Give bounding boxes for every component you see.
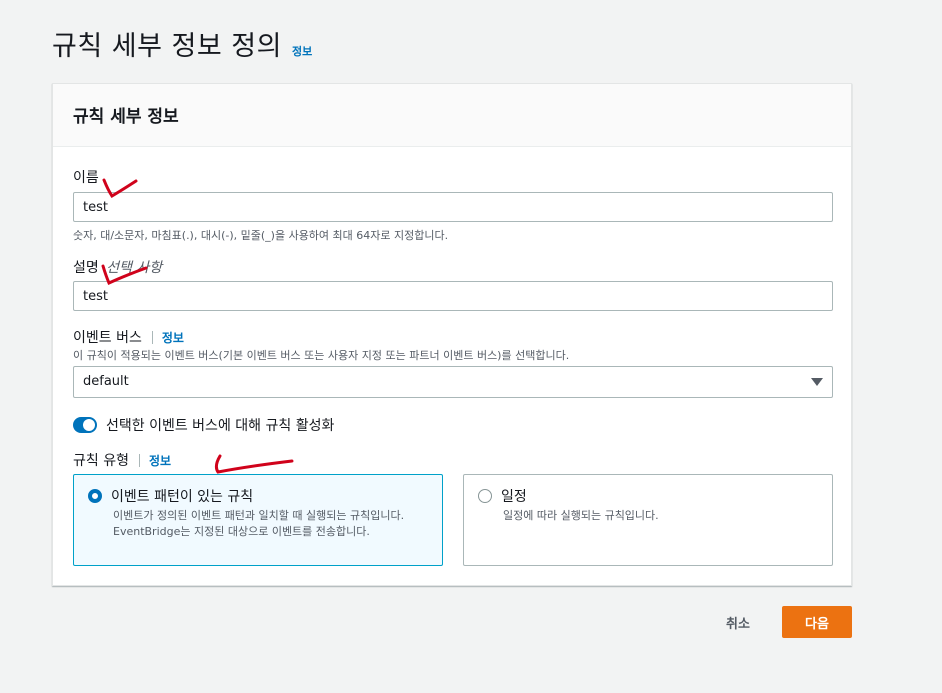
option-title: 일정	[501, 489, 527, 505]
event-bus-info-link[interactable]: 정보	[162, 329, 184, 346]
enable-rule-toggle[interactable]	[73, 417, 97, 433]
cancel-button[interactable]: 취소	[715, 606, 761, 638]
event-bus-hint: 이 규칙이 적용되는 이벤트 버스(기본 이벤트 버스 또는 사용자 지정 또는…	[73, 349, 570, 362]
label-separator	[138, 453, 140, 467]
description-label: 설명 선택 사항	[73, 257, 162, 277]
option-title: 이벤트 패턴이 있는 규칙	[111, 489, 254, 505]
description-input[interactable]	[73, 281, 833, 311]
option-description: 일정에 따라 실행되는 규칙입니다.	[503, 509, 659, 522]
rule-type-info-link[interactable]: 정보	[149, 452, 171, 469]
optional-tag: 선택 사항	[106, 260, 163, 276]
tile-head: 이벤트 패턴이 있는 규칙	[88, 486, 428, 506]
enable-rule-toggle-label: 선택한 이벤트 버스에 대해 규칙 활성화	[106, 418, 335, 434]
toggle-knob	[83, 419, 95, 431]
rule-type-label-row: 규칙 유형 정보	[73, 450, 171, 470]
name-hint: 숫자, 대/소문자, 마침표(.), 대시(-), 밑줄(_)을 사용하여 최대…	[73, 229, 449, 242]
label-separator	[151, 330, 153, 344]
event-bus-label-row: 이벤트 버스 정보	[73, 327, 184, 347]
page-title: 규칙 세부 정보 정의	[52, 31, 282, 62]
event-bus-select[interactable]: default	[73, 366, 833, 398]
rule-type-option-schedule[interactable]: 일정 일정에 따라 실행되는 규칙입니다.	[463, 474, 833, 566]
caret-down-icon	[811, 378, 823, 386]
next-button[interactable]: 다음	[782, 606, 852, 638]
enable-rule-toggle-row: 선택한 이벤트 버스에 대해 규칙 활성화	[73, 415, 334, 435]
name-label: 이름	[73, 170, 99, 186]
name-input[interactable]	[73, 192, 833, 222]
page-title-row: 규칙 세부 정보 정의 정보	[52, 24, 312, 63]
radio-button-checked[interactable]	[88, 489, 102, 503]
panel-header: 규칙 세부 정보	[53, 84, 851, 147]
description-label-text: 설명	[73, 260, 99, 276]
event-bus-selected-value: default	[83, 374, 129, 389]
event-bus-label: 이벤트 버스	[73, 330, 142, 346]
rule-type-option-event-pattern[interactable]: 이벤트 패턴이 있는 규칙 이벤트가 정의된 이벤트 패턴과 일치할 때 실행되…	[73, 474, 443, 566]
panel-title: 규칙 세부 정보	[73, 107, 179, 127]
radio-button-unchecked[interactable]	[478, 489, 492, 503]
tile-head: 일정	[478, 486, 818, 506]
rule-type-label: 규칙 유형	[73, 453, 129, 469]
rule-details-panel: 규칙 세부 정보 이름 숫자, 대/소문자, 마침표(.), 대시(-), 밑줄…	[52, 83, 852, 586]
page-info-link[interactable]: 정보	[292, 43, 312, 59]
option-description: 이벤트가 정의된 이벤트 패턴과 일치할 때 실행되는 규칙입니다. Event…	[113, 509, 405, 538]
